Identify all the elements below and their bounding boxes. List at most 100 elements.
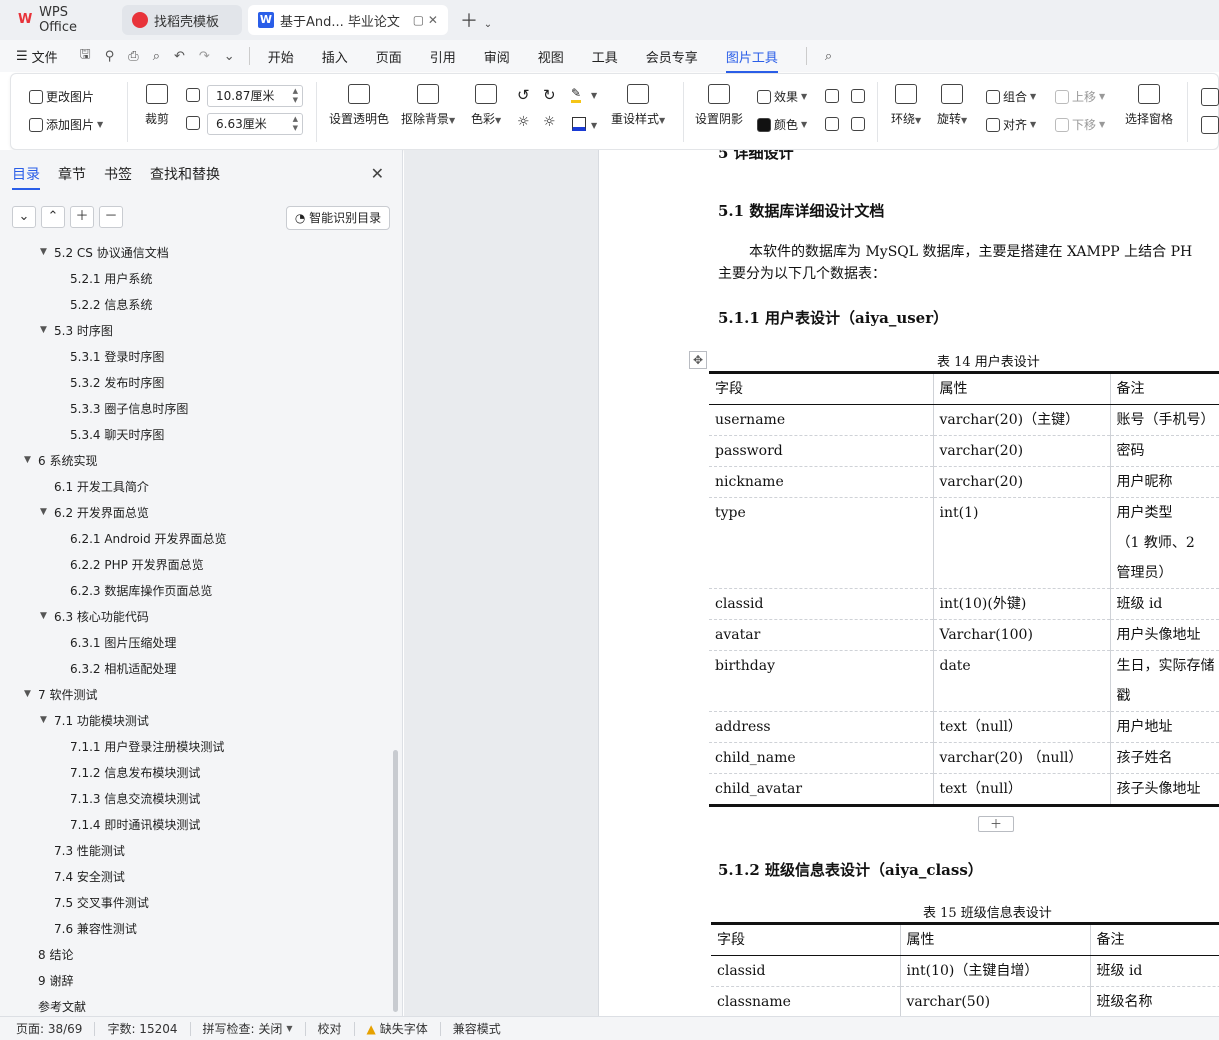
table-cell[interactable]: username	[709, 404, 934, 436]
menu-page[interactable]: 页面	[376, 47, 402, 66]
table-header-cell[interactable]: 字段	[709, 371, 934, 405]
height-input[interactable]: 6.63厘米 ▲ ▼	[207, 113, 303, 135]
add-heading-button[interactable]: ＋	[70, 206, 94, 228]
toc-item[interactable]: 7.3 性能测试	[40, 840, 125, 860]
chevron-down-icon[interactable]: ▼	[591, 121, 597, 130]
link-icon[interactable]: ⚲	[105, 49, 115, 64]
spell-check-toggle[interactable]: 拼写检查: 关闭 ▼	[203, 1020, 293, 1037]
add-row-button[interactable]: ＋	[978, 816, 1014, 832]
table-cell[interactable]	[933, 528, 1111, 558]
table-cell[interactable]: 用户头像地址	[1110, 619, 1219, 651]
menu-home[interactable]: 开始	[268, 47, 294, 66]
expand-arrow-icon[interactable]: ▼	[24, 689, 38, 699]
fill-color-button[interactable]: 颜色 ▼	[757, 116, 807, 133]
tab-template[interactable]: 找稻壳模板	[122, 5, 242, 35]
tab-document[interactable]: W 基于And... 毕业论文 ▢ ✕	[248, 5, 448, 35]
table-cell[interactable]: 管理员）	[1110, 558, 1219, 589]
print-preview-icon[interactable]: ⌕	[153, 49, 160, 64]
table-cell[interactable]: date	[933, 650, 1111, 681]
table-cell[interactable]: classid	[711, 955, 901, 987]
toc-item[interactable]: 6.2.1 Android 开发界面总览	[56, 528, 227, 548]
menu-picture-tools[interactable]: 图片工具	[725, 47, 778, 73]
menu-member[interactable]: 会员专享	[646, 47, 698, 66]
toc-item[interactable]: 5.2.1 用户系统	[56, 268, 152, 288]
crop-button[interactable]: 裁剪	[145, 84, 169, 127]
table-cell[interactable]: 孩子头像地址	[1110, 773, 1219, 807]
table-cell[interactable]: classid	[709, 588, 934, 620]
close-icon[interactable]: ✕	[371, 164, 384, 183]
toc-item[interactable]: ▼ 7 软件测试	[24, 684, 97, 704]
table-cell[interactable]	[709, 528, 934, 558]
spinner-icon[interactable]: ▲ ▼	[293, 115, 298, 133]
table-cell[interactable]: varchar(20)（主键）	[933, 404, 1111, 436]
reset-style-button[interactable]: 重设样式▼	[611, 84, 665, 127]
menu-review[interactable]: 审阅	[484, 47, 510, 66]
effect-button[interactable]: 效果 ▼	[757, 88, 807, 105]
table-cell[interactable]: text（null）	[933, 711, 1111, 743]
remove-background-button[interactable]: 抠除背景▼	[401, 84, 455, 127]
table-cell[interactable]: birthday	[709, 650, 934, 681]
file-menu[interactable]: ☰ 文件	[16, 47, 58, 66]
proofread-button[interactable]: 校对	[318, 1020, 342, 1037]
shadow-left-icon[interactable]	[825, 117, 839, 131]
toc-item[interactable]: ▼ 7.1 功能模块测试	[40, 710, 149, 730]
menu-tools[interactable]: 工具	[592, 47, 618, 66]
table-cell[interactable]: 班级名称	[1090, 986, 1219, 1016]
toc-item[interactable]: 5.3.3 圈子信息时序图	[56, 398, 188, 418]
table-cell[interactable]: 用户类型	[1110, 497, 1219, 528]
table-cell[interactable]: int(1)	[933, 497, 1111, 528]
shadow-up-icon[interactable]	[825, 89, 839, 103]
toc-scrollbar[interactable]	[393, 750, 398, 1012]
toc-item[interactable]: 8 结论	[24, 944, 73, 964]
toc-item[interactable]: 7.5 交叉事件测试	[40, 892, 149, 912]
toc-item[interactable]: ▼ 6.3 核心功能代码	[40, 606, 149, 626]
table-cell[interactable]: 用户昵称	[1110, 466, 1219, 498]
table-cell[interactable]: nickname	[709, 466, 934, 498]
table-cell[interactable]: 班级 id	[1110, 588, 1219, 620]
contrast-icon[interactable]: ☼	[543, 114, 556, 130]
expand-arrow-icon[interactable]: ▼	[24, 455, 38, 465]
shadow-down-icon[interactable]	[851, 89, 865, 103]
toc-item[interactable]: 6.2.3 数据库操作页面总览	[56, 580, 212, 600]
expand-arrow-icon[interactable]: ▼	[40, 715, 54, 725]
move-down-button[interactable]: 下移 ▼	[1055, 116, 1105, 133]
expand-arrow-icon[interactable]: ▼	[40, 247, 54, 257]
menu-reference[interactable]: 引用	[430, 47, 456, 66]
table-cell[interactable]: int(10)（主键自增）	[900, 955, 1091, 987]
word-count[interactable]: 字数: 15204	[107, 1020, 177, 1037]
expand-arrow-icon[interactable]: ▼	[40, 325, 54, 335]
table-cell[interactable]: type	[709, 497, 934, 528]
align-button[interactable]: 对齐 ▼	[986, 116, 1036, 133]
table-cell[interactable]	[933, 558, 1111, 589]
tab-bookmarks[interactable]: 书签	[104, 164, 132, 184]
more-tools-icon[interactable]	[1201, 88, 1219, 106]
tab-wps-office[interactable]: W WPS Office	[8, 5, 116, 35]
toc-item[interactable]: ▼ 6.2 开发界面总览	[40, 502, 149, 522]
table-cell[interactable]: 生日，实际存储	[1110, 650, 1219, 681]
color-button[interactable]: 色彩▼	[471, 84, 501, 127]
toc-item[interactable]: 7.6 兼容性测试	[40, 918, 137, 938]
table-header-cell[interactable]: 备注	[1090, 922, 1219, 956]
set-transparent-button[interactable]: 设置透明色	[329, 84, 389, 127]
expand-arrow-icon[interactable]: ▼	[40, 611, 54, 621]
save-icon[interactable]: 🖫	[80, 45, 91, 67]
add-image-button[interactable]: 添加图片 ▼	[29, 116, 103, 133]
toc-item[interactable]: 5.3.4 聊天时序图	[56, 424, 164, 444]
toc-item[interactable]: 5.2.2 信息系统	[56, 294, 152, 314]
table-cell[interactable]: address	[709, 711, 934, 743]
tab-toc[interactable]: 目录	[12, 164, 40, 190]
missing-font-button[interactable]: ▲ 缺失字体	[367, 1020, 428, 1037]
toc-item[interactable]: 6.3.1 图片压缩处理	[56, 632, 176, 652]
table-cell[interactable]: 账号（手机号）	[1110, 404, 1219, 436]
table-cell[interactable]: avatar	[709, 619, 934, 651]
table-cell[interactable]: varchar(20)	[933, 435, 1111, 467]
table-cell[interactable]	[709, 681, 934, 712]
toc-item[interactable]: 6.2.2 PHP 开发界面总览	[56, 554, 204, 574]
rotate-right-icon[interactable]: ↻	[543, 86, 556, 104]
table-header-cell[interactable]: 备注	[1110, 371, 1219, 405]
undo-icon[interactable]: ↶	[174, 49, 185, 64]
toc-item[interactable]: 5.3.2 发布时序图	[56, 372, 164, 392]
table-cell[interactable]: 戳	[1110, 681, 1219, 712]
brightness-icon[interactable]: ☼	[517, 114, 530, 130]
table-cell[interactable]	[933, 681, 1111, 712]
